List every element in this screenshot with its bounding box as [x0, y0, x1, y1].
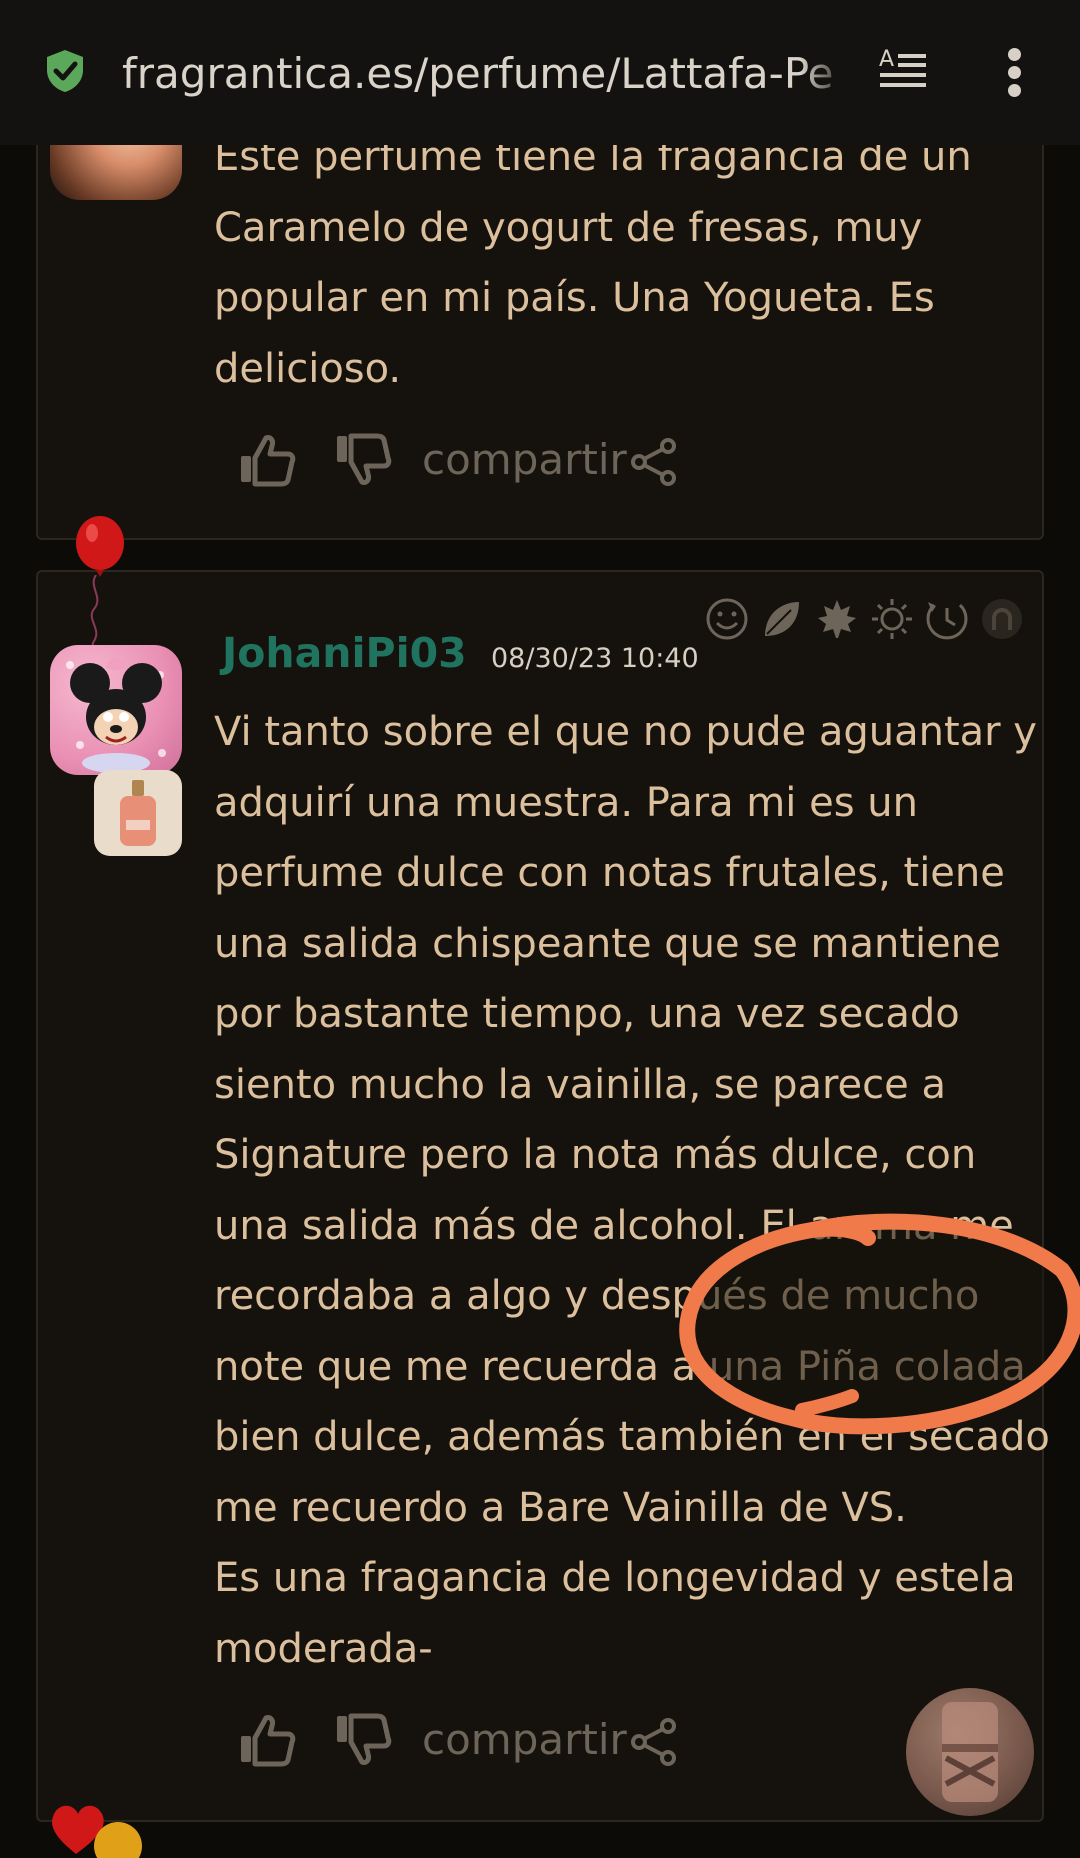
perfume-bottle-icon: [942, 1702, 998, 1802]
review-date: 08/30/23 10:40: [491, 643, 699, 674]
thumbs-down-icon[interactable]: [334, 432, 392, 488]
address-bar[interactable]: fragrantica.es/perfume/Lattafa-Pe: [122, 44, 842, 104]
url-fade: [800, 40, 850, 110]
sun-icon[interactable]: [869, 596, 915, 642]
balloon-string: [90, 575, 99, 655]
share-link[interactable]: compartir: [422, 434, 627, 486]
browser-toolbar: fragrantica.es/perfume/Lattafa-Pe A: [0, 0, 1080, 145]
maple-leaf-icon[interactable]: [814, 596, 860, 642]
perfume-bottle-icon: [120, 780, 156, 846]
hearts-icon: [52, 1805, 142, 1858]
shield-check-icon: [47, 50, 83, 92]
svg-text:A: A: [879, 47, 894, 72]
thumbs-down-icon[interactable]: [334, 1712, 392, 1768]
floating-perfume-button[interactable]: [906, 1688, 1034, 1816]
share-link[interactable]: compartir: [422, 1714, 627, 1766]
username-link[interactable]: JohaniPi03: [222, 628, 467, 678]
moon-icon[interactable]: [979, 596, 1025, 642]
review-text: Este perfume tiene la fragancia de un Car…: [214, 134, 972, 392]
review-text: Vi tanto sobre el que no pude aguantar y…: [214, 709, 1050, 1672]
clock-icon[interactable]: [924, 596, 970, 642]
season-vote-icons: [704, 596, 1024, 644]
thumbs-up-icon[interactable]: [238, 1712, 296, 1768]
thumbs-up-icon[interactable]: [238, 432, 296, 488]
perfume-thumbnail[interactable]: [94, 770, 182, 856]
share-icon[interactable]: [630, 438, 678, 486]
leaf-icon[interactable]: [759, 596, 805, 642]
reader-mode-icon[interactable]: A: [878, 46, 928, 94]
share-icon[interactable]: [630, 1718, 678, 1766]
minnie-mouse-icon: [66, 658, 166, 773]
avatar[interactable]: [50, 645, 182, 775]
overflow-menu-icon[interactable]: [998, 44, 1032, 100]
smile-icon[interactable]: [704, 596, 750, 642]
